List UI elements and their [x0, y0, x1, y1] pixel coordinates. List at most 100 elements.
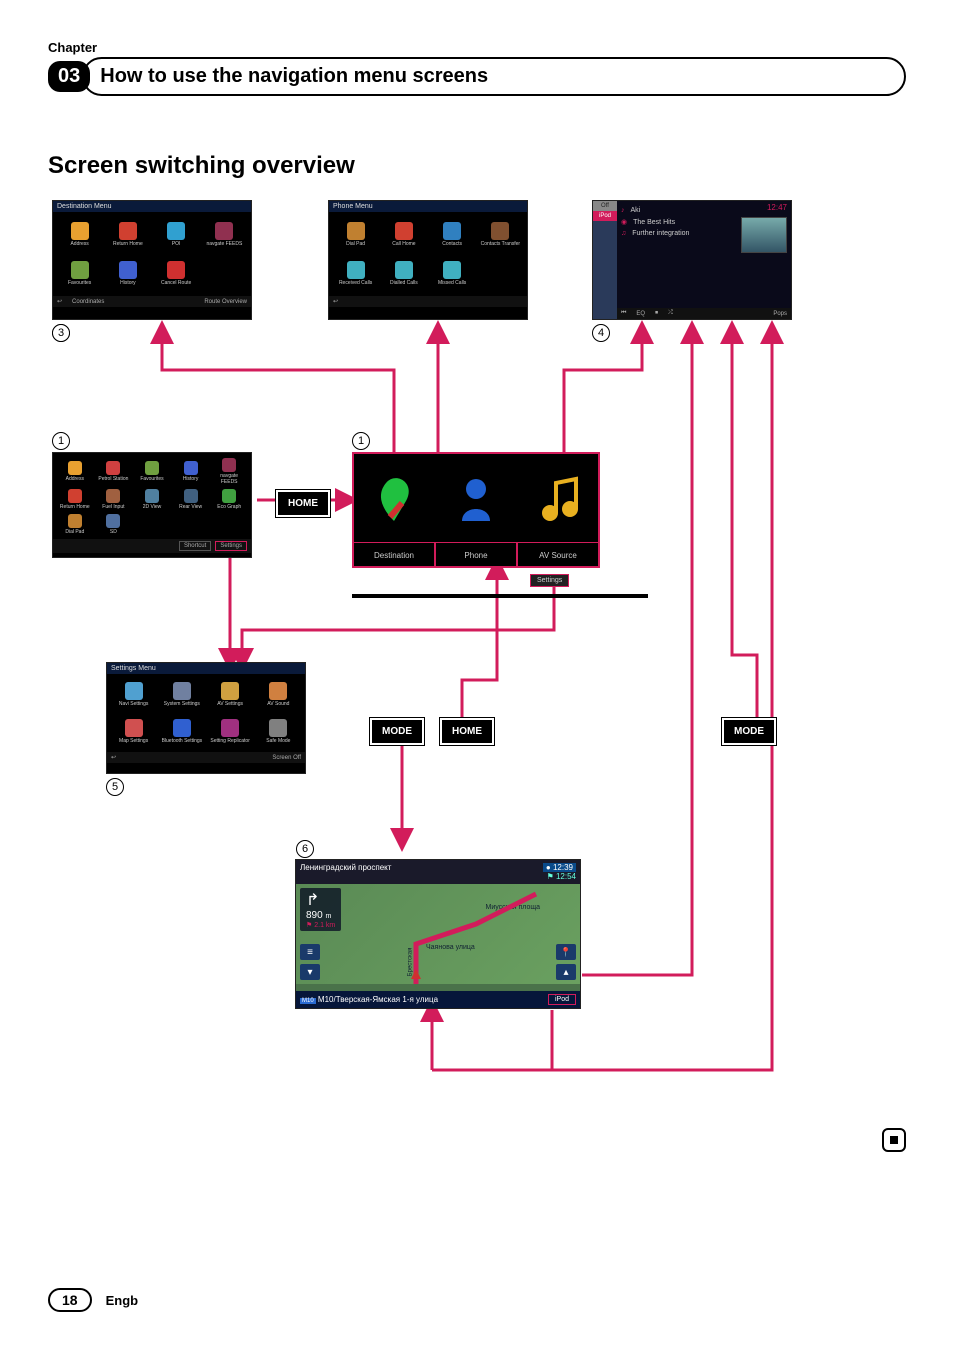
route-line	[296, 884, 580, 984]
cancel-route-icon[interactable]: Cancel Route	[154, 256, 199, 293]
phone-tab[interactable]: Phone	[435, 543, 517, 567]
phone-big-icon[interactable]	[454, 473, 498, 523]
sc-fuel-icon[interactable]: Fuel Input	[96, 488, 132, 510]
diagram: Destination Menu Address Return Home POI…	[52, 200, 872, 1140]
genre-label: Pops	[773, 311, 787, 317]
received-calls-icon[interactable]: Received Calls	[333, 256, 378, 293]
shuffle-icon[interactable]: ⤮	[668, 310, 673, 317]
address-icon[interactable]: Address	[57, 216, 102, 253]
sc-sd-icon[interactable]: SD	[96, 513, 132, 535]
stop-icon	[882, 1128, 906, 1152]
under-bar	[352, 594, 648, 598]
contacts-icon[interactable]: Contacts	[430, 216, 475, 253]
stop-control-icon[interactable]: ⏹	[655, 310, 658, 317]
settings-small-tab[interactable]: Settings	[215, 541, 247, 551]
top-menu-tabs: Destination Phone AV Source	[353, 543, 599, 567]
contacts-transfer-icon[interactable]: Contacts Transfer	[478, 216, 523, 253]
callout-4: 4	[592, 324, 610, 342]
dest-big-icon[interactable]	[372, 473, 416, 523]
dial-pad-icon[interactable]: Dial Pad	[333, 216, 378, 253]
bluetooth-settings-icon[interactable]: Bluetooth Settings	[159, 715, 204, 749]
map-time1: ● 12:39	[543, 863, 576, 872]
chapter-label: Chapter	[48, 40, 906, 55]
favourites-icon[interactable]: Favourites	[57, 256, 102, 293]
sc-address-icon[interactable]: Address	[57, 457, 93, 485]
language-code: Engb	[106, 1293, 139, 1308]
top-menu-screen: Destination Phone AV Source	[352, 452, 600, 568]
bottom-street: М10/Тверская-Ямская 1-я улица	[318, 995, 438, 1004]
phone-menu-title: Phone Menu	[329, 201, 527, 212]
album-art	[741, 217, 787, 253]
call-home-icon[interactable]: Call Home	[381, 216, 426, 253]
map-screen: Ленинградский проспект ● 12:39 ⚑ 12:54 ↱…	[296, 860, 580, 1008]
destination-tab[interactable]: Destination	[353, 543, 435, 567]
section-title: Screen switching overview	[48, 152, 906, 180]
page-container: Chapter 03 How to use the navigation men…	[0, 0, 954, 1352]
home-button-2[interactable]: HOME	[440, 718, 494, 745]
sc-history-icon[interactable]: History	[173, 457, 209, 485]
settings-menu-screen: Settings Menu Navi Settings System Setti…	[106, 662, 306, 774]
zoom-in-icon[interactable]: ▴	[556, 964, 576, 980]
header-pill: How to use the navigation menu screens	[82, 57, 906, 96]
screen-off-link[interactable]: Screen Off	[272, 755, 301, 761]
sc-2d-icon[interactable]: 2D View	[134, 488, 170, 510]
mode-button-2[interactable]: MODE	[722, 718, 776, 745]
off-button[interactable]: Off	[593, 201, 617, 211]
ipod-button[interactable]: iPod	[593, 211, 617, 221]
pin-icon[interactable]: 📍	[556, 944, 576, 960]
dialled-calls-icon[interactable]: Dialled Calls	[381, 256, 426, 293]
poi-icon[interactable]: POI	[154, 216, 199, 253]
route-overview-link[interactable]: Route Overview	[204, 299, 247, 305]
dest-footer: ↩ Coordinates Route Overview	[53, 296, 251, 307]
back-icon[interactable]: ↩	[111, 754, 116, 761]
home-button-1[interactable]: HOME	[276, 490, 330, 517]
eq-button[interactable]: EQ	[636, 311, 645, 317]
prev-icon[interactable]: ⏮	[621, 310, 626, 317]
sc-favourites-icon[interactable]: Favourites	[134, 457, 170, 485]
history-icon[interactable]: History	[105, 256, 150, 293]
return-home-icon[interactable]: Return Home	[105, 216, 150, 253]
av-screen: Off iPod 12:47 ♪Aki ◉The Best Hits ♫Furt…	[592, 200, 792, 320]
back-icon[interactable]: ↩	[333, 298, 338, 305]
settings-tab[interactable]: Settings	[530, 574, 569, 587]
av-source-tab[interactable]: AV Source	[517, 543, 599, 567]
sc-petrol-icon[interactable]: Petrol Station	[96, 457, 132, 485]
missed-calls-icon[interactable]: Missed Calls	[430, 256, 475, 293]
map-settings-icon[interactable]: Map Settings	[111, 715, 156, 749]
safe-mode-icon[interactable]: Safe Mode	[256, 715, 301, 749]
map-ipod-button[interactable]: iPod	[548, 994, 576, 1005]
callout-1-right: 1	[352, 432, 370, 450]
sc-rearview-icon[interactable]: Rear View	[173, 488, 209, 510]
shortcut-tab[interactable]: Shortcut	[179, 541, 211, 551]
mode-button-1[interactable]: MODE	[370, 718, 424, 745]
callout-5: 5	[106, 778, 124, 796]
back-icon[interactable]: ↩	[57, 298, 62, 305]
sc-return-home-icon[interactable]: Return Home	[57, 488, 93, 510]
av-sidebar: Off iPod	[593, 201, 617, 319]
phone-menu-screen: Phone Menu Dial Pad Call Home Contacts C…	[328, 200, 528, 320]
top-street: Ленинградский проспект	[300, 863, 391, 881]
zoom-out-icon[interactable]: ▾	[300, 964, 320, 980]
header-row: 03 How to use the navigation menu screen…	[48, 57, 906, 96]
coordinates-link[interactable]: Coordinates	[72, 299, 104, 305]
replicator-icon[interactable]: Setting Replicator	[208, 715, 253, 749]
page-title: How to use the navigation menu screens	[100, 65, 888, 88]
navi-settings-icon[interactable]: Navi Settings	[111, 678, 156, 712]
map-time2: ⚑ 12:54	[547, 872, 576, 881]
navgate-feeds-icon[interactable]: navgate FEEDS	[202, 216, 247, 253]
sc-feeds-icon[interactable]: navgate FEEDS	[211, 457, 247, 485]
shortcut-menu-screen: Address Petrol Station Favourites Histor…	[52, 452, 252, 558]
sc-dialpad-icon[interactable]: Dial Pad	[57, 513, 93, 535]
sc-eco-icon[interactable]: Eco Graph	[211, 488, 247, 510]
layer-icon[interactable]: ≡	[300, 944, 320, 960]
av-sound-icon[interactable]: AV Sound	[256, 678, 301, 712]
map-canvas[interactable]: ↱ 890 m ⚑ 2.1 km Миусская площа Чаянова …	[296, 884, 580, 984]
callout-6: 6	[296, 840, 314, 858]
av-settings-icon[interactable]: AV Settings	[208, 678, 253, 712]
music-big-icon[interactable]	[536, 473, 580, 523]
settings-menu-title: Settings Menu	[107, 663, 305, 674]
page-number: 18	[48, 1288, 92, 1312]
system-settings-icon[interactable]: System Settings	[159, 678, 204, 712]
track-row: ♪Aki	[621, 205, 787, 216]
destination-menu-title: Destination Menu	[53, 201, 251, 212]
